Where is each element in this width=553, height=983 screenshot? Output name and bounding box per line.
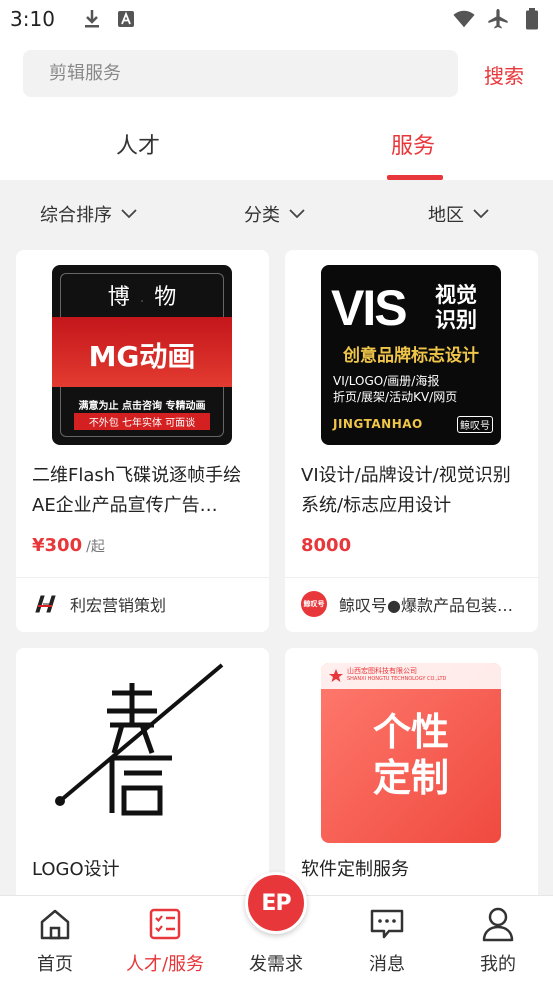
- seller-info[interactable]: 鲸叹号 鲸叹号●爆款产品包装…: [301, 591, 526, 617]
- service-card[interactable]: 博 · 物 MG动画 满意为止 点击咨询 专精动画 不外包 七年实体 可面谈 二…: [16, 250, 269, 632]
- filter-region-label: 地区: [428, 205, 464, 226]
- service-title[interactable]: 二维Flash飞碟说逐帧手绘AE企业产品宣传广告…: [32, 461, 254, 521]
- chevron-down-icon: [473, 209, 489, 219]
- seller-logo-text: 鲸叹号: [303, 600, 325, 608]
- tab-talent[interactable]: 人才: [116, 128, 160, 160]
- logo-artwork: [55, 663, 224, 816]
- thumb-side-2: 识别: [435, 308, 477, 332]
- thumb-main-text: MG动画: [88, 340, 196, 373]
- battery-icon: [521, 8, 543, 30]
- service-thumbnail: VIS 视觉 识别 创意品牌标志设计 VI/LOGO/画册/海报 折页/展架/活…: [321, 265, 501, 445]
- seller-name: 鲸叹号●爆款产品包装…: [339, 596, 513, 615]
- app-notification-icon: [115, 8, 137, 30]
- nav-messages-label: 消息: [369, 954, 405, 975]
- service-title[interactable]: 软件定制服务: [301, 855, 523, 885]
- price-value: 8000: [301, 535, 352, 556]
- filter-region[interactable]: 地区: [428, 201, 490, 227]
- filter-category[interactable]: 分类: [244, 201, 306, 227]
- service-title[interactable]: LOGO设计: [32, 855, 254, 885]
- nav-post-request-label: 发需求: [249, 954, 303, 975]
- nav-talent-services-label: 人才/服务: [125, 954, 205, 975]
- service-thumbnail: [52, 663, 232, 843]
- thumb-company: 山西宏图科技有限公司: [347, 667, 417, 675]
- message-icon: [369, 906, 405, 942]
- service-price: 8000: [301, 535, 351, 556]
- thumb-top-text: 博: [107, 285, 130, 310]
- download-icon: [81, 8, 103, 30]
- search-box[interactable]: [23, 50, 458, 97]
- service-thumbnail: 博 · 物 MG动画 满意为止 点击咨询 专精动画 不外包 七年实体 可面谈: [52, 265, 232, 445]
- nav-home[interactable]: 首页: [0, 896, 110, 983]
- chevron-down-icon: [121, 209, 137, 219]
- status-right: [441, 8, 543, 30]
- nav-home-label: 首页: [37, 954, 73, 975]
- nav-talent-services[interactable]: 人才/服务: [110, 896, 220, 983]
- thumb-main-text: 创意品牌标志设计: [343, 346, 479, 366]
- card-divider: [285, 577, 538, 578]
- thumb-line-1: 满意为止 点击咨询 专精动画: [78, 401, 206, 412]
- ep-logo-icon: EP: [261, 890, 291, 916]
- thumb-line-2: 不外包 七年实体 可面谈: [74, 413, 210, 430]
- price-unit: /起: [86, 539, 105, 555]
- seller-info[interactable]: 利宏营销策划: [32, 591, 257, 617]
- service-thumbnail: 山西宏图科技有限公司 SHANXI HONGTU TECHNOLOGY CO.,…: [321, 663, 501, 843]
- filter-sort-label: 综合排序: [40, 205, 112, 226]
- service-card[interactable]: 山西宏图科技有限公司 SHANXI HONGTU TECHNOLOGY CO.,…: [285, 648, 538, 908]
- service-card[interactable]: VIS 视觉 识别 创意品牌标志设计 VI/LOGO/画册/海报 折页/展架/活…: [285, 250, 538, 632]
- user-icon: [480, 906, 516, 942]
- chevron-down-icon: [289, 209, 305, 219]
- home-icon: [37, 906, 73, 942]
- thumb-line-1: 个性: [372, 710, 449, 754]
- service-title[interactable]: VI设计/品牌设计/视觉识别系统/标志应用设计: [301, 461, 523, 521]
- search-input[interactable]: [49, 63, 458, 84]
- thumb-side-1: 视觉: [435, 283, 477, 307]
- filter-bar: 综合排序 分类 地区: [0, 180, 553, 248]
- nav-me[interactable]: 我的: [443, 896, 553, 983]
- thumb-vis-text: VIS: [331, 280, 408, 336]
- thumb-line-2: 折页/展架/活动KV/网页: [333, 390, 458, 404]
- filter-category-label: 分类: [244, 205, 280, 226]
- thumb-brand: JINGTANHAO: [333, 417, 423, 431]
- filter-sort[interactable]: 综合排序: [40, 201, 138, 227]
- card-divider: [16, 577, 269, 578]
- seller-logo: [32, 591, 58, 617]
- nav-me-label: 我的: [480, 954, 516, 975]
- service-price: ¥300/起: [32, 535, 105, 556]
- checklist-icon: [147, 906, 183, 942]
- tab-services[interactable]: 服务: [391, 128, 435, 160]
- airplane-mode-icon: [487, 8, 509, 30]
- service-card[interactable]: LOGO设计: [16, 648, 269, 908]
- thumb-company-en: SHANXI HONGTU TECHNOLOGY CO.,LTD: [347, 676, 447, 682]
- thumb-brand-mark: 鲸叹号: [457, 416, 493, 433]
- post-request-button[interactable]: EP: [245, 872, 307, 934]
- seller-logo: 鲸叹号: [301, 591, 327, 617]
- search-button[interactable]: 搜索: [484, 60, 524, 89]
- thumb-top-text-2: 物: [154, 285, 177, 310]
- wifi-icon: [453, 8, 475, 30]
- thumb-line-1: VI/LOGO/画册/海报: [333, 374, 440, 388]
- header: 搜索 人才 服务: [0, 38, 553, 180]
- thumb-line-2: 定制: [372, 756, 449, 800]
- status-time: 3:10: [10, 7, 55, 31]
- status-bar: 3:10: [0, 0, 553, 38]
- seller-name: 利宏营销策划: [70, 596, 167, 615]
- nav-messages[interactable]: 消息: [332, 896, 442, 983]
- company-logo-icon: [329, 668, 343, 682]
- price-value: ¥300: [32, 535, 83, 556]
